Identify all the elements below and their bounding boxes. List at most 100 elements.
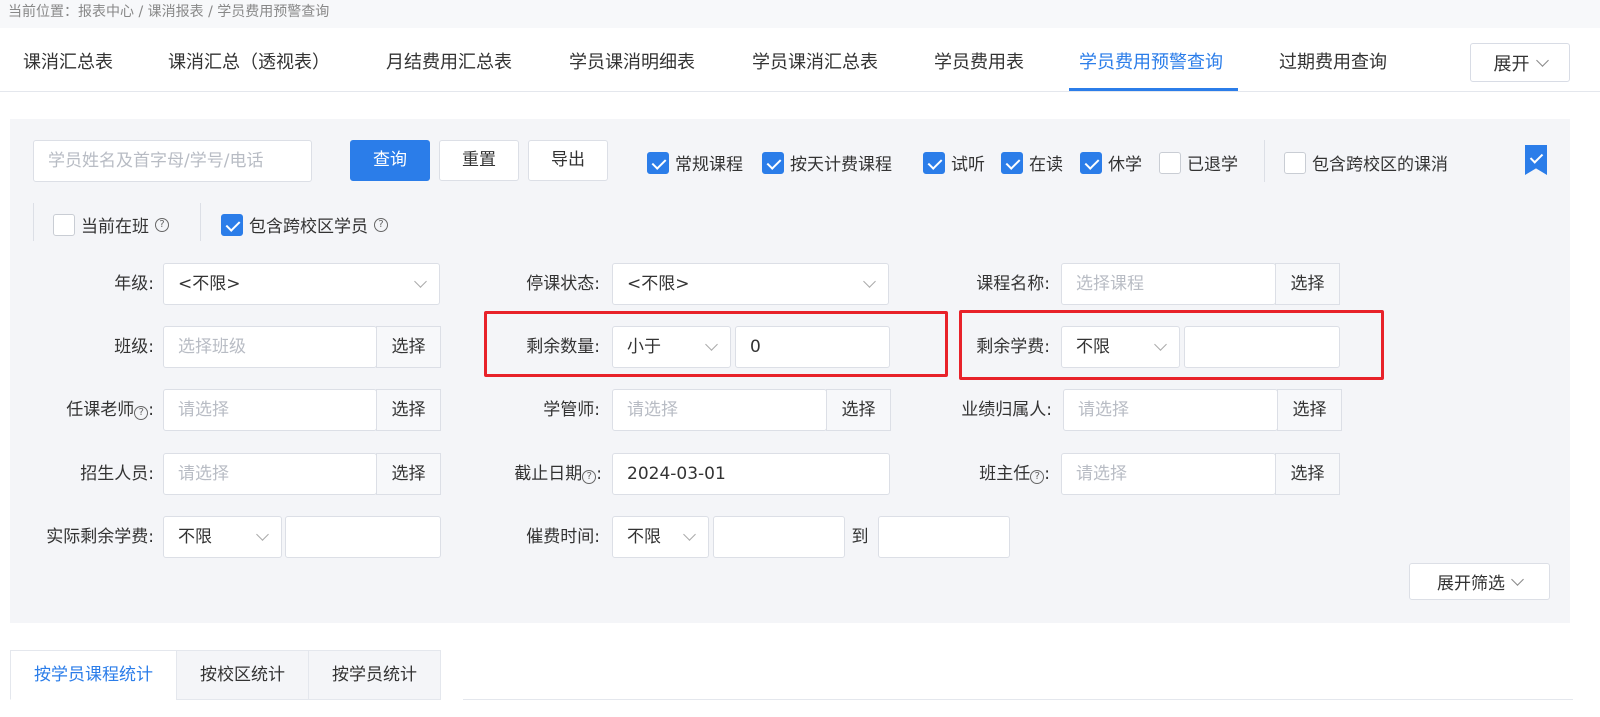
highlight-remaining-qty (484, 311, 948, 377)
tab-student-consumption-detail[interactable]: 学员课消明细表 (569, 48, 695, 74)
checkbox-label: 包含跨校区学员 (249, 217, 368, 237)
checkbox-enrolled[interactable]: 在读 (1001, 150, 1063, 175)
checkbox-checked-icon (923, 151, 945, 174)
checkbox-checked-icon (1001, 151, 1023, 174)
recruiter-choose-button[interactable]: 选择 (376, 453, 441, 495)
tab-by-student-course[interactable]: 按学员课程统计 (10, 650, 176, 700)
checkbox-trial[interactable]: 试听 (923, 150, 985, 175)
dunning-time-operator-select[interactable]: 不限 (612, 516, 709, 558)
checkbox-unchecked-icon (1159, 151, 1181, 174)
divider (33, 203, 34, 241)
tab-monthly-fee-summary[interactable]: 月结费用汇总表 (386, 48, 512, 74)
chevron-down-icon (683, 528, 696, 541)
expand-tabs-button[interactable]: 展开 (1470, 43, 1570, 82)
teacher-label: 任课老师?: (66, 400, 154, 420)
checkbox-label: 休学 (1108, 155, 1142, 175)
help-icon[interactable]: ? (374, 217, 388, 232)
help-icon[interactable]: ? (1030, 470, 1045, 484)
grade-select[interactable]: <不限> (163, 263, 440, 305)
suspend-status-select[interactable]: <不限> (612, 263, 889, 305)
help-icon[interactable]: ? (134, 406, 149, 420)
tab-student-fees[interactable]: 学员费用表 (934, 48, 1024, 74)
actual-remaining-fee-input[interactable] (285, 516, 441, 558)
grade-label: 年级: (114, 274, 154, 294)
tab-course-consumption-pivot[interactable]: 课消汇总（透视表） (168, 48, 330, 74)
dunning-time-from-input[interactable] (713, 516, 845, 558)
checkbox-withdrawn[interactable]: 已退学 (1159, 150, 1238, 175)
tab-by-campus[interactable]: 按校区统计 (176, 650, 308, 700)
checkbox-label: 常规课程 (675, 155, 743, 175)
teacher-input[interactable]: 请选择 (163, 389, 377, 431)
checkbox-label: 已退学 (1187, 155, 1238, 175)
dunning-time-label: 催费时间: (526, 527, 600, 547)
class-input[interactable]: 选择班级 (163, 326, 377, 368)
course-name-input[interactable]: 选择课程 (1061, 263, 1276, 305)
teacher-choose-button[interactable]: 选择 (376, 389, 441, 431)
chevron-down-icon (1511, 572, 1524, 586)
checkbox-checked-icon (647, 151, 669, 174)
tutor-input[interactable]: 请选择 (612, 389, 827, 431)
checkbox-suspended[interactable]: 休学 (1080, 150, 1142, 175)
class-choose-button[interactable]: 选择 (376, 326, 441, 368)
expand-filter-label: 展开筛选 (1437, 574, 1505, 594)
suspend-status-label: 停课状态: (526, 274, 600, 294)
head-teacher-input[interactable]: 请选择 (1061, 453, 1276, 495)
help-icon[interactable]: ? (155, 217, 169, 232)
checkbox-currently-in-class[interactable]: 当前在班 ? (53, 212, 169, 237)
recruiter-label: 招生人员: (80, 464, 154, 484)
search-input[interactable]: 学员姓名及首字母/学号/电话 (33, 140, 312, 182)
cutoff-date-input[interactable]: 2024-03-01 (612, 453, 890, 495)
class-label: 班级: (114, 337, 154, 357)
reset-button[interactable]: 重置 (439, 140, 519, 181)
checkbox-label: 在读 (1029, 155, 1063, 175)
dunning-time-operator: 不限 (627, 527, 661, 547)
checkbox-label: 按天计费课程 (790, 155, 892, 175)
divider (200, 203, 201, 241)
cutoff-date-label-text: 截止日期 (514, 464, 583, 484)
performance-owner-input[interactable]: 请选择 (1063, 389, 1278, 431)
highlight-remaining-fee (959, 310, 1384, 380)
expand-filter-button[interactable]: 展开筛选 (1409, 563, 1550, 600)
performance-owner-choose-button[interactable]: 选择 (1277, 389, 1342, 431)
tutor-label: 学管师: (543, 400, 600, 420)
grade-value: <不限> (178, 274, 241, 294)
teacher-label-text: 任课老师 (66, 400, 135, 420)
tab-expired-fees[interactable]: 过期费用查询 (1279, 48, 1387, 74)
help-icon[interactable]: ? (582, 470, 597, 484)
tabs-baseline (463, 699, 1573, 700)
active-tab-indicator (1069, 88, 1238, 91)
checkbox-checked-icon (221, 213, 243, 236)
recruiter-input[interactable]: 请选择 (163, 453, 377, 495)
actual-remaining-fee-operator-select[interactable]: 不限 (163, 516, 282, 558)
expand-tabs-label: 展开 (1493, 53, 1530, 75)
chevron-down-icon (256, 528, 269, 541)
checkbox-regular-course[interactable]: 常规课程 (647, 150, 743, 175)
divider (1264, 140, 1265, 182)
query-button[interactable]: 查询 (350, 140, 430, 181)
chevron-down-icon (863, 275, 876, 288)
course-name-label: 课程名称: (976, 274, 1050, 294)
chevron-down-icon (414, 275, 427, 288)
actual-remaining-fee-operator: 不限 (178, 527, 212, 547)
actual-remaining-fee-label: 实际剩余学费: (46, 527, 154, 547)
head-teacher-choose-button[interactable]: 选择 (1275, 453, 1340, 495)
breadcrumb: 当前位置：报表中心 / 课消报表 / 学员费用预警查询 (0, 0, 1600, 28)
performance-owner-label: 业绩归属人: (961, 400, 1052, 420)
tab-student-consumption-summary[interactable]: 学员课消汇总表 (752, 48, 878, 74)
tab-student-fee-alert[interactable]: 学员费用预警查询 (1079, 48, 1223, 74)
checkbox-cross-campus-consumption[interactable]: 包含跨校区的课消 (1284, 150, 1448, 175)
checkbox-daily-billing-course[interactable]: 按天计费课程 (762, 150, 892, 175)
stat-tabs: 按学员课程统计 按校区统计 按学员统计 (10, 650, 441, 700)
course-choose-button[interactable]: 选择 (1275, 263, 1340, 305)
tab-by-student[interactable]: 按学员统计 (308, 650, 441, 700)
checkbox-checked-icon (1080, 151, 1102, 174)
checkbox-cross-campus-students[interactable]: 包含跨校区学员 ? (221, 212, 388, 237)
export-button[interactable]: 导出 (528, 140, 608, 181)
checkbox-unchecked-icon (1284, 151, 1306, 174)
tutor-choose-button[interactable]: 选择 (826, 389, 891, 431)
dunning-time-to-input[interactable] (878, 516, 1010, 558)
suspend-status-value: <不限> (627, 274, 690, 294)
checkbox-label: 试听 (951, 155, 985, 175)
tab-course-consumption-summary[interactable]: 课消汇总表 (23, 48, 113, 74)
checkbox-label: 包含跨校区的课消 (1312, 155, 1448, 175)
